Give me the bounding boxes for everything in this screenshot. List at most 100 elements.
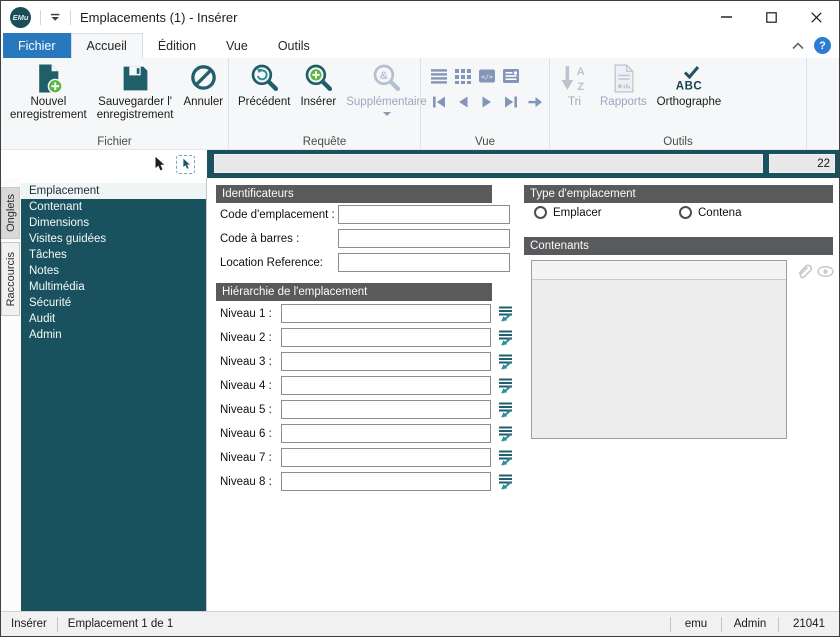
niveau-5-lookup-icon[interactable] xyxy=(498,401,514,418)
tab-vue[interactable]: Vue xyxy=(211,33,263,58)
svg-text:</>: </> xyxy=(481,73,493,81)
sidebar-item-emplacement[interactable]: Emplacement xyxy=(21,183,206,199)
sidebar-tab-raccourcis[interactable]: Raccourcis xyxy=(1,242,20,316)
sidebar-item-visites-guidees[interactable]: Visites guidées xyxy=(21,231,206,247)
code-emplacement-input[interactable] xyxy=(338,205,510,224)
spellcheck-button[interactable]: ABC Orthographe xyxy=(652,61,727,109)
minimize-button[interactable] xyxy=(704,1,749,33)
cancel-button[interactable]: Annuler xyxy=(178,61,228,109)
save-icon xyxy=(120,63,151,94)
ribbon-group-fichier: Nouvel enregistrement Sauvegarder l' enr… xyxy=(1,58,229,149)
grid-view-icon[interactable] xyxy=(455,68,471,84)
section-header-contenants: Contenants xyxy=(524,237,833,255)
code-barres-label: Code à barres : xyxy=(220,233,299,245)
collapse-ribbon-icon[interactable] xyxy=(792,42,804,50)
record-summary-field xyxy=(214,154,763,173)
status-database: emu xyxy=(671,618,721,630)
maximize-button[interactable] xyxy=(749,1,794,33)
save-record-button[interactable]: Sauvegarder l' enregistrement xyxy=(92,61,179,122)
svg-text:&: & xyxy=(380,70,388,82)
quick-access-dropdown-icon[interactable] xyxy=(50,13,61,22)
select-pointer-icon[interactable] xyxy=(151,156,167,172)
niveau-1-label: Niveau 1 : xyxy=(220,308,272,320)
record-summary-bar: 22 xyxy=(207,150,839,178)
niveau-6-input[interactable] xyxy=(281,424,491,443)
sidebar-item-contenant[interactable]: Contenant xyxy=(21,199,206,215)
radio-emplacement[interactable]: Emplacer xyxy=(534,206,602,219)
niveau-6-lookup-icon[interactable] xyxy=(498,425,514,442)
niveau-4-lookup-icon[interactable] xyxy=(498,377,514,394)
group-label-vue: Vue xyxy=(421,136,549,148)
tab-edition[interactable]: Édition xyxy=(143,33,211,58)
sidebar-item-notes[interactable]: Notes xyxy=(21,263,206,279)
view-eye-icon[interactable] xyxy=(817,265,834,281)
group-label-fichier: Fichier xyxy=(1,136,228,148)
last-record-icon[interactable] xyxy=(503,94,519,110)
emplacement-form: Identificateurs Code d'emplacement : Cod… xyxy=(207,178,839,611)
reports-icon xyxy=(608,63,639,94)
sidebar-item-multimedia[interactable]: Multimédia xyxy=(21,279,206,295)
sidebar-tab-onglets[interactable]: Onglets xyxy=(1,187,20,239)
tab-accueil[interactable]: Accueil xyxy=(71,33,143,58)
radio-circle-icon xyxy=(534,206,547,219)
dropdown-arrow-icon xyxy=(383,112,391,116)
additional-query-button[interactable]: & Supplémentaire xyxy=(341,61,432,116)
group-label-requete: Requête xyxy=(229,136,420,148)
next-record-icon[interactable] xyxy=(479,94,495,110)
niveau-2-input[interactable] xyxy=(281,328,491,347)
sidebar-item-audit[interactable]: Audit xyxy=(21,311,206,327)
goto-record-icon[interactable] xyxy=(527,94,543,110)
status-mode: Insérer xyxy=(1,618,57,630)
niveau-8-lookup-icon[interactable] xyxy=(498,473,514,490)
sidebar-item-admin[interactable]: Admin xyxy=(21,327,206,343)
niveau-7-lookup-icon[interactable] xyxy=(498,449,514,466)
emu-logo-icon[interactable]: EMu xyxy=(10,7,31,28)
code-view-icon[interactable]: </> xyxy=(479,68,495,84)
attach-icon[interactable] xyxy=(795,262,814,284)
close-button[interactable] xyxy=(794,1,839,33)
record-count-field: 22 xyxy=(769,154,835,173)
ribbon: Nouvel enregistrement Sauvegarder l' enr… xyxy=(1,58,839,150)
insert-button[interactable]: Insérer xyxy=(295,61,341,109)
select-all-pointer-icon[interactable] xyxy=(176,155,195,174)
status-record-position: Emplacement 1 de 1 xyxy=(58,618,183,630)
sidebar-item-dimensions[interactable]: Dimensions xyxy=(21,215,206,231)
ribbon-group-vue: </> Vue xyxy=(421,58,550,149)
niveau-2-lookup-icon[interactable] xyxy=(498,329,514,346)
sidebar-item-securite[interactable]: Sécurité xyxy=(21,295,206,311)
contenants-list[interactable] xyxy=(531,260,787,439)
sidebar-item-taches[interactable]: Tâches xyxy=(21,247,206,263)
status-user: Admin xyxy=(722,618,778,630)
section-header-type-emplacement: Type d'emplacement xyxy=(524,185,833,203)
niveau-1-input[interactable] xyxy=(281,304,491,323)
radio-circle-icon xyxy=(679,206,692,219)
niveau-1-lookup-icon[interactable] xyxy=(498,305,514,322)
help-button[interactable]: ? xyxy=(814,37,831,54)
niveau-5-input[interactable] xyxy=(281,400,491,419)
new-record-button[interactable]: Nouvel enregistrement xyxy=(5,61,92,122)
niveau-8-input[interactable] xyxy=(281,472,491,491)
niveau-7-input[interactable] xyxy=(281,448,491,467)
sidebar: Emplacement Contenant Dimensions Visites… xyxy=(21,178,206,611)
status-session-code: 21041 xyxy=(779,618,839,630)
list-view-icon[interactable] xyxy=(431,68,447,84)
previous-record-icon[interactable] xyxy=(455,94,471,110)
niveau-3-lookup-icon[interactable] xyxy=(498,353,514,370)
previous-query-button[interactable]: Précédent xyxy=(233,61,295,109)
code-barres-input[interactable] xyxy=(338,229,510,248)
insert-icon xyxy=(303,63,334,94)
niveau-3-input[interactable] xyxy=(281,352,491,371)
ribbon-tab-bar: Fichier Accueil Édition Vue Outils ? xyxy=(1,33,839,58)
niveau-4-input[interactable] xyxy=(281,376,491,395)
first-record-icon[interactable] xyxy=(431,94,447,110)
sidebar-tabstrip: Onglets Raccourcis xyxy=(1,178,21,611)
details-view-icon[interactable] xyxy=(503,68,519,84)
reports-button[interactable]: Rapports xyxy=(595,61,652,109)
tab-outils[interactable]: Outils xyxy=(263,33,325,58)
contenants-list-header xyxy=(532,261,786,280)
radio-contenant[interactable]: Contena xyxy=(679,206,741,219)
tab-fichier[interactable]: Fichier xyxy=(3,33,71,58)
niveau-4-label: Niveau 4 : xyxy=(220,380,272,392)
location-reference-input[interactable] xyxy=(338,253,510,272)
sort-button[interactable]: A Z Tri xyxy=(554,61,595,109)
